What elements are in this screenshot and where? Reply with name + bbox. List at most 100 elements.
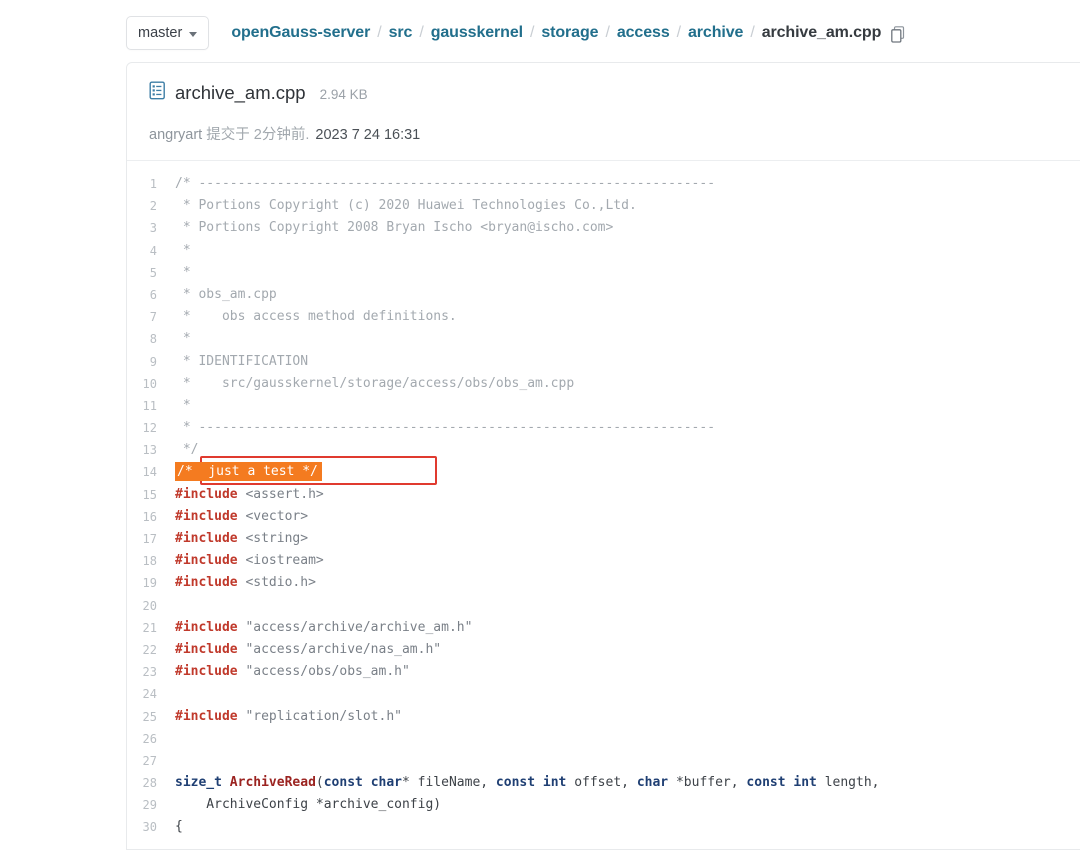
code-line: 16 #include <vector>	[127, 506, 1080, 528]
line-number: 30	[142, 820, 157, 835]
code-token: <vector>	[237, 508, 309, 524]
code-token: offset,	[566, 775, 637, 791]
code-token: #include	[175, 619, 238, 635]
line-number: 1	[149, 177, 157, 191]
code-token: *	[175, 264, 191, 280]
line-number: 28	[142, 776, 157, 791]
code-token: /* -------------------------------------…	[175, 176, 716, 191]
code-line: 9 * IDENTIFICATION	[127, 351, 1080, 373]
breadcrumb-item-src[interactable]: src	[389, 24, 413, 42]
file-card: archive_am.cpp 2.94 KB angryart 提交于 2分钟前…	[126, 62, 1080, 850]
code-token: <stdio.h>	[237, 575, 316, 591]
line-number: 15	[142, 487, 157, 502]
code-token: "access/archive/nas_am.h"	[237, 641, 442, 657]
line-number: 6	[149, 287, 157, 302]
code-line: 4 *	[127, 240, 1080, 262]
code-token: {	[175, 819, 183, 835]
commit-relative-time: 2分钟前	[253, 127, 306, 143]
breadcrumb-item-opengauss-server[interactable]: openGauss-server	[231, 24, 370, 42]
line-number: 29	[142, 798, 157, 813]
line-number: 10	[142, 376, 157, 391]
breadcrumb-item-storage[interactable]: storage	[541, 24, 598, 42]
code-token: int	[793, 775, 817, 791]
breadcrumb-separator: /	[750, 24, 755, 41]
code-line: 30 {	[127, 816, 1080, 838]
code-token: "access/obs/obs_am.h"	[237, 664, 410, 680]
branch-selector-button[interactable]: master	[126, 16, 210, 50]
code-line: 12 * -----------------------------------…	[127, 417, 1080, 439]
copy-icon[interactable]	[891, 25, 906, 43]
line-content: * Portions Copyright 2008 Bryan Ischo <b…	[175, 217, 613, 239]
line-content: */	[175, 439, 199, 461]
commit-author[interactable]: angryart	[149, 127, 202, 143]
breadcrumb: openGauss-server / src / gausskernel / storage…	[231, 24, 881, 42]
code-line: 17 #include <string>	[127, 528, 1080, 550]
code-token: (	[315, 775, 324, 791]
code-line: 11 *	[127, 395, 1080, 417]
line-number: 23	[142, 665, 157, 680]
code-token: #include	[175, 486, 238, 502]
code-token: *	[175, 397, 191, 413]
line-number: 13	[142, 443, 157, 458]
line-number: 18	[142, 554, 157, 569]
code-line: 1 /* ------------------------------------…	[127, 173, 1080, 195]
file-title-row: archive_am.cpp 2.94 KB	[149, 81, 1080, 105]
code-line: 25 #include "replication/slot.h"	[127, 706, 1080, 728]
code-line: 27	[127, 750, 1080, 772]
code-token: #include	[175, 553, 238, 569]
code-token: */	[175, 442, 199, 458]
page-title: archive_am.cpp	[175, 82, 306, 103]
line-content: ArchiveConfig *archive_config)	[175, 794, 441, 816]
code-token: #include	[175, 664, 238, 680]
line-number: 17	[142, 532, 157, 546]
code-line: 8 *	[127, 328, 1080, 350]
breadcrumb-bar: master openGauss-server / src / gausskernel /…	[126, 12, 906, 54]
code-token: * src/gausskernel/storage/access/obs/obs…	[175, 375, 575, 391]
line-content: #include "access/archive/nas_am.h"	[175, 639, 441, 661]
code-line: 28 size_t ArchiveRead(const char* fileNam…	[127, 772, 1080, 794]
code-line: 19 #include <stdio.h>	[127, 572, 1080, 594]
breadcrumb-separator: /	[676, 24, 681, 41]
line-content: * IDENTIFICATION	[175, 351, 308, 373]
breadcrumb-item-archive[interactable]: archive	[688, 24, 743, 42]
code-token: * --------------------------------------…	[175, 420, 716, 436]
code-token: #include	[175, 708, 238, 724]
code-token: const	[495, 775, 536, 791]
code-token: *buffer,	[668, 775, 747, 791]
line-number: 22	[142, 642, 157, 657]
code-line: 22 #include "access/archive/nas_am.h"	[127, 639, 1080, 661]
breadcrumb-separator: /	[419, 24, 424, 41]
code-line: 6 * obs_am.cpp	[127, 284, 1080, 306]
code-token: * Portions Copyright (c) 2020 Huawei Tec…	[175, 198, 637, 214]
code-token: "replication/slot.h"	[237, 708, 402, 724]
line-content: #include <string>	[175, 528, 308, 550]
code-viewer: 1 /* ------------------------------------…	[127, 161, 1080, 849]
breadcrumb-item-access[interactable]: access	[617, 24, 670, 42]
line-number: 4	[149, 243, 157, 258]
code-token: *	[175, 331, 191, 347]
code-token: * Portions Copyright 2008 Bryan Ischo <b…	[175, 220, 614, 236]
line-content: *	[175, 328, 191, 350]
breadcrumb-item-archive-am-cpp: archive_am.cpp	[761, 24, 882, 41]
line-number: 7	[149, 310, 157, 325]
line-number: 11	[142, 398, 157, 413]
line-content: *	[175, 262, 191, 284]
code-token: #include	[175, 531, 238, 546]
line-content: * src/gausskernel/storage/access/obs/obs…	[175, 373, 574, 395]
code-line: 10 * src/gausskernel/storage/access/obs/…	[127, 373, 1080, 395]
code-token: * IDENTIFICATION	[175, 353, 309, 369]
code-token: char	[636, 775, 669, 791]
line-content: size_t ArchiveRead(const char* fileName,…	[175, 772, 880, 794]
line-number: 8	[149, 332, 157, 347]
breadcrumb-separator: /	[530, 24, 535, 41]
code-token: *	[175, 242, 191, 258]
breadcrumb-item-gausskernel[interactable]: gausskernel	[431, 24, 523, 42]
code-token: const	[323, 775, 363, 791]
code-token: <iostream>	[237, 553, 324, 569]
line-content: /* -------------------------------------…	[175, 173, 715, 195]
code-token: #include	[175, 575, 238, 591]
code-token: #include	[175, 641, 238, 657]
commit-info-row: angryart 提交于 2分钟前. 2023 7 24 16:31	[149, 123, 1080, 160]
